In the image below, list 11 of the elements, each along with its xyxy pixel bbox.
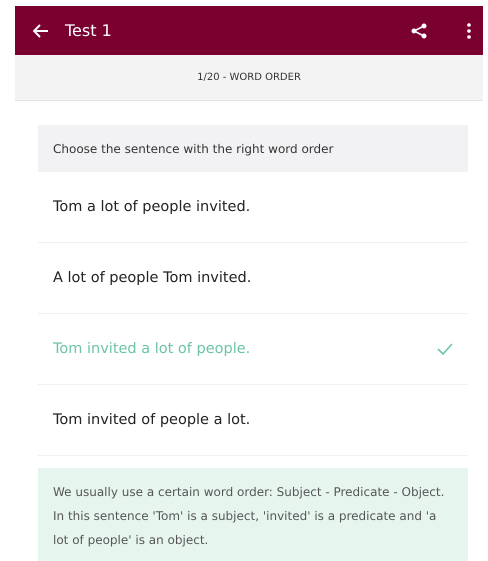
answer-option[interactable]: A lot of people Tom invited. bbox=[38, 243, 468, 314]
answer-option[interactable]: Tom a lot of people invited. bbox=[38, 172, 468, 243]
question-prompt: Choose the sentence with the right word order bbox=[38, 125, 468, 172]
progress-label: 1/20 - WORD ORDER bbox=[197, 72, 301, 83]
more-menu-icon[interactable] bbox=[467, 22, 471, 38]
check-icon bbox=[437, 343, 453, 355]
screen-title: Test 1 bbox=[65, 21, 113, 40]
share-icon[interactable] bbox=[411, 22, 427, 38]
back-arrow-icon[interactable] bbox=[33, 24, 49, 38]
answer-option[interactable]: Tom invited of people a lot. bbox=[38, 385, 468, 456]
explanation-text: We usually use a certain word order: Subject - Predicate - Object. In this sentence 'Tom' is a subject, 'invited' is a predicate and 'a lot of people' is an object. bbox=[38, 468, 468, 561]
